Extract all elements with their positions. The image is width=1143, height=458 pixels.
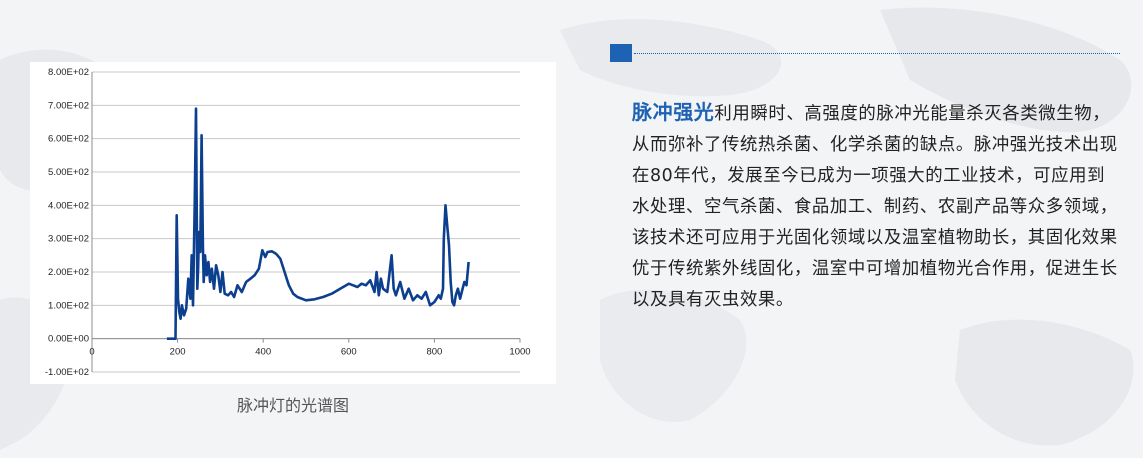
description-paragraph: 脉冲强光利用瞬时、高强度的脉冲光能量杀灭各类微生物，从而弥补了传统热杀菌、化学杀… — [632, 97, 1122, 316]
map-continent-shape — [560, 19, 782, 97]
x-tick-label: 400 — [255, 347, 271, 358]
spectrum-chart: 8.00E+02 7.00E+02 6.00E+02 5.00E+02 4.00E+02… — [45, 67, 531, 378]
y-tick-label: 5.00E+02 — [48, 167, 89, 178]
y-tick-label: 7.00E+02 — [48, 100, 89, 111]
x-tick-label: 1000 — [509, 347, 530, 358]
spectrum-series-line — [166, 107, 470, 341]
highlight-term: 脉冲强光 — [632, 100, 715, 124]
y-tick-label: 0.00E+00 — [48, 334, 89, 345]
y-tick-label: 1.00E+02 — [48, 300, 89, 311]
description-text-block: 脉冲强光利用瞬时、高强度的脉冲光能量杀灭各类微生物，从而弥补了传统热杀菌、化学杀… — [632, 97, 1122, 316]
y-tick-label: 4.00E+02 — [48, 200, 89, 211]
y-tick-label: 6.00E+02 — [48, 134, 89, 145]
x-tick-label: 600 — [341, 347, 357, 358]
y-tick-label: -1.00E+02 — [45, 367, 89, 378]
paragraph-body: 利用瞬时、高强度的脉冲光能量杀灭各类微生物，从而弥补了传统热杀菌、化学杀菌的缺点… — [632, 104, 1118, 310]
y-tick-label: 2.00E+02 — [48, 267, 89, 278]
x-tick-label: 0 — [89, 347, 94, 358]
section-dotted-rule — [634, 53, 1120, 54]
section-marker-square — [610, 44, 632, 62]
chart-caption: 脉冲灯的光谱图 — [236, 396, 349, 415]
map-continent-shape — [955, 319, 1134, 446]
x-tick-label: 200 — [170, 347, 186, 358]
y-tick-label: 8.00E+02 — [48, 67, 89, 78]
x-tick-label: 800 — [426, 347, 442, 358]
spectrum-chart-card: 8.00E+02 7.00E+02 6.00E+02 5.00E+02 4.00E+02… — [30, 62, 556, 384]
y-tick-label: 3.00E+02 — [48, 234, 89, 245]
